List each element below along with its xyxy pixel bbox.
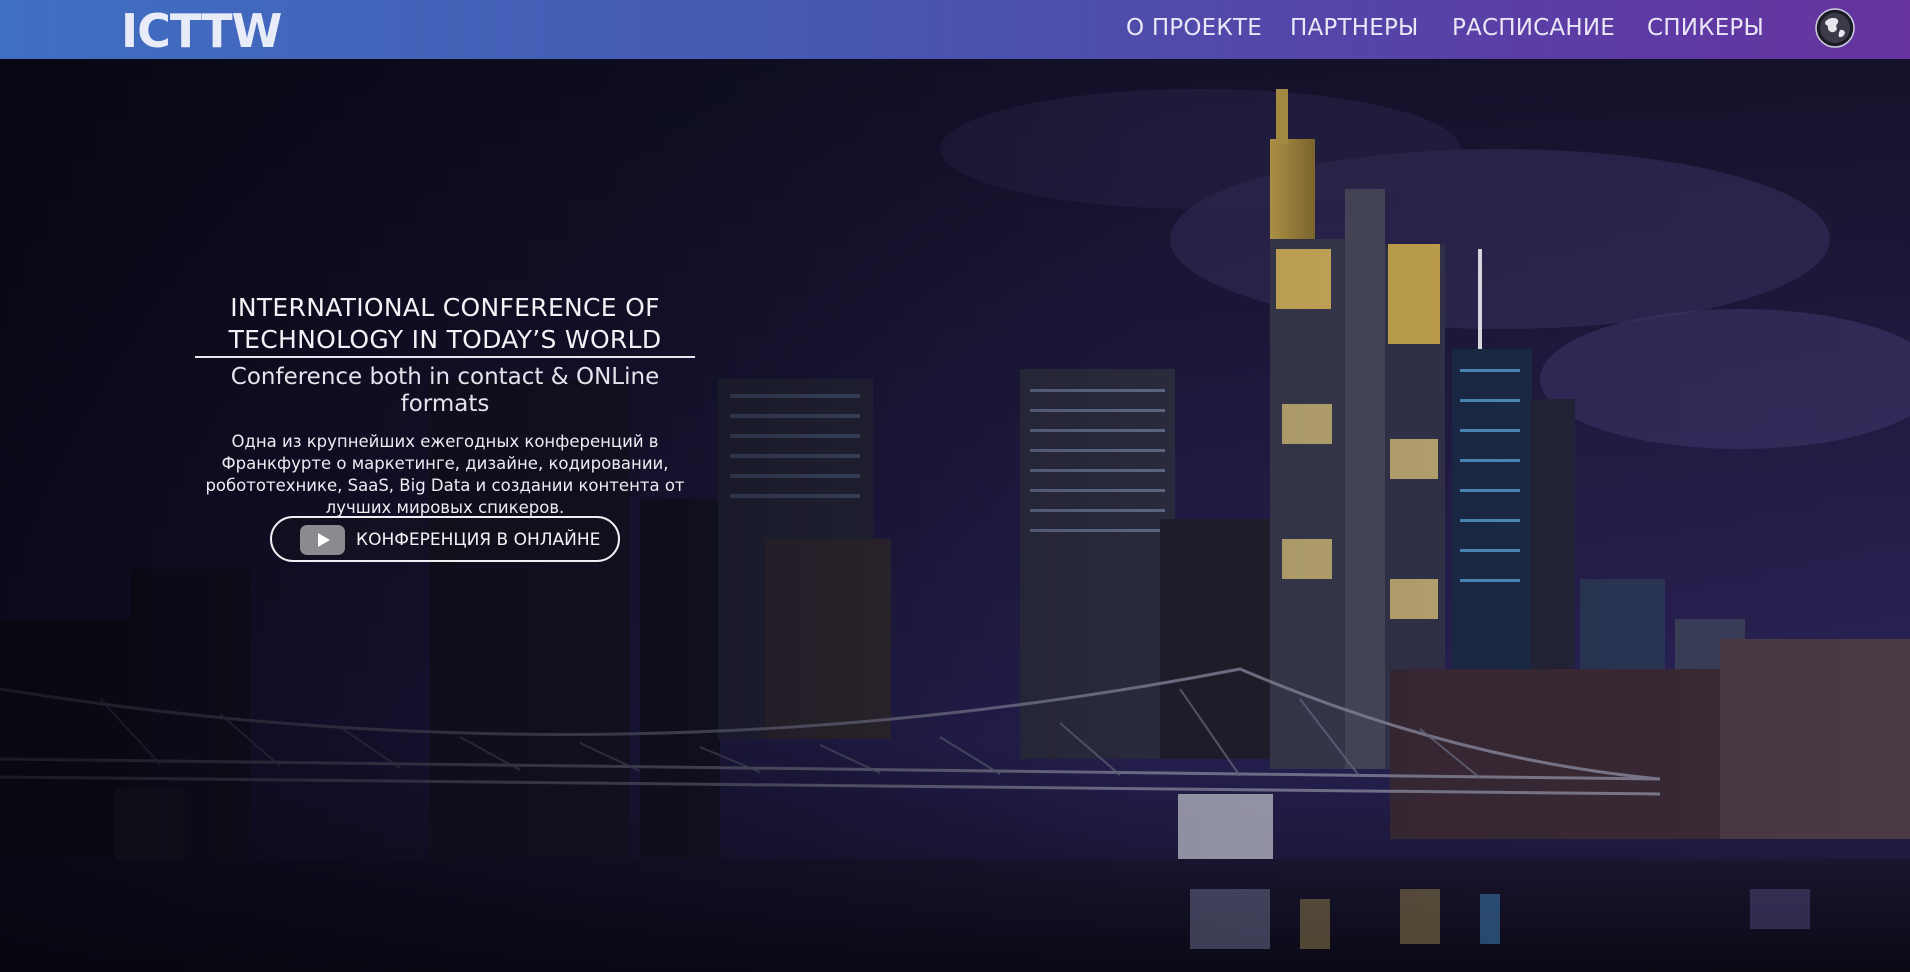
hero-description: Одна из крупнейших ежегодных конференций… [205, 432, 685, 517]
hero-title: INTERNATIONAL CONFERENCE OF TECHNOLOGY I… [228, 293, 662, 354]
online-conference-button[interactable]: КОНФЕРЕНЦИЯ В ОНЛАЙНЕ [270, 516, 620, 562]
hero-divider [195, 356, 695, 358]
nav-item-speakers[interactable]: СПИКЕРЫ [1647, 15, 1764, 41]
hero-subtitle: Conference both in contact & ONLine form… [230, 364, 660, 417]
globe-icon[interactable] [1815, 8, 1855, 48]
online-conference-button-label: КОНФЕРЕНЦИЯ В ОНЛАЙНЕ [356, 530, 601, 550]
hero-section: INTERNATIONAL CONFERENCE OF TECHNOLOGY I… [0, 59, 1910, 972]
site-logo[interactable]: ICTTW [121, 4, 282, 58]
nav-item-partners[interactable]: ПАРТНЕРЫ [1290, 15, 1419, 41]
nav-item-schedule[interactable]: РАСПИСАНИЕ [1452, 15, 1615, 41]
site-header: ICTTW О ПРОЕКТЕ ПАРТНЕРЫ РАСПИСАНИЕ СПИК… [0, 0, 1910, 59]
play-icon [300, 525, 345, 555]
nav-item-about[interactable]: О ПРОЕКТЕ [1126, 15, 1262, 41]
